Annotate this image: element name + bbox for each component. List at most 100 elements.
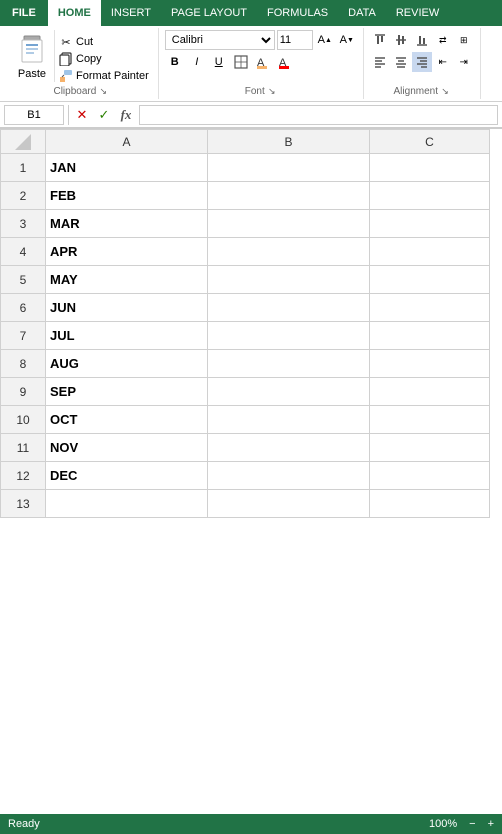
cell-b1[interactable] [208,154,370,182]
row-number[interactable]: 10 [1,406,46,434]
row-number[interactable]: 13 [1,490,46,518]
cell-a10[interactable]: OCT [46,406,208,434]
merge-center-button[interactable]: ⊞ [454,30,474,50]
cell-c12[interactable] [370,462,490,490]
row-number[interactable]: 12 [1,462,46,490]
cell-b7[interactable] [208,322,370,350]
cell-c3[interactable] [370,210,490,238]
cell-reference-input[interactable]: B1 [4,105,64,125]
font-expand-icon[interactable]: ↘ [267,87,277,97]
border-button[interactable] [231,52,251,72]
font-name-select[interactable]: Calibri [165,30,275,50]
confirm-formula-icon[interactable]: ✓ [95,106,113,124]
cell-b9[interactable] [208,378,370,406]
cell-a5[interactable]: MAY [46,266,208,294]
decrease-indent-button[interactable]: ⇤ [433,52,453,72]
cell-a7[interactable]: JUL [46,322,208,350]
cell-c11[interactable] [370,434,490,462]
table-row: 1JAN [1,154,490,182]
zoom-in-button[interactable]: + [488,818,494,830]
cell-c10[interactable] [370,406,490,434]
tab-review[interactable]: REVIEW [386,0,449,26]
font-color-button[interactable]: A [275,52,295,72]
cell-b5[interactable] [208,266,370,294]
align-center-button[interactable] [391,52,411,72]
cell-a8[interactable]: AUG [46,350,208,378]
spreadsheet: A B C 1JAN2FEB3MAR4APR5MAY6JUN7JUL8AUG9S… [0,129,502,833]
row-number[interactable]: 3 [1,210,46,238]
clipboard-expand-icon[interactable]: ↘ [98,87,108,97]
tab-home[interactable]: HOME [48,0,101,26]
cut-button[interactable]: ✂ Cut [55,34,152,50]
row-number[interactable]: 1 [1,154,46,182]
cell-b10[interactable] [208,406,370,434]
cell-a1[interactable]: JAN [46,154,208,182]
cell-a2[interactable]: FEB [46,182,208,210]
cell-c9[interactable] [370,378,490,406]
cell-c2[interactable] [370,182,490,210]
italic-button[interactable]: I [187,52,207,72]
paste-button[interactable]: Paste [10,30,55,82]
wrap-text-button[interactable]: ⇄ [433,30,453,50]
cell-c6[interactable] [370,294,490,322]
col-header-c[interactable]: C [370,130,490,154]
cell-a11[interactable]: NOV [46,434,208,462]
row-number[interactable]: 6 [1,294,46,322]
cell-b4[interactable] [208,238,370,266]
align-left-button[interactable] [370,52,390,72]
cell-c1[interactable] [370,154,490,182]
cell-b12[interactable] [208,462,370,490]
formula-input[interactable] [139,105,498,125]
cell-a13[interactable] [46,490,208,518]
cell-c7[interactable] [370,322,490,350]
cell-b13[interactable] [208,490,370,518]
tab-file[interactable]: FILE [0,0,48,26]
tab-page-layout[interactable]: PAGE LAYOUT [161,0,257,26]
align-row2: ⇤ ⇥ [370,52,474,72]
align-right-button[interactable] [412,52,432,72]
font-size-decrease-button[interactable]: A▼ [337,30,357,50]
row-number[interactable]: 5 [1,266,46,294]
align-middle-button[interactable] [391,30,411,50]
font-size-increase-button[interactable]: A▲ [315,30,335,50]
bold-button[interactable]: B [165,52,185,72]
col-header-b[interactable]: B [208,130,370,154]
increase-indent-button[interactable]: ⇥ [454,52,474,72]
cell-a4[interactable]: APR [46,238,208,266]
align-bottom-button[interactable] [412,30,432,50]
tab-data[interactable]: DATA [338,0,386,26]
cell-a3[interactable]: MAR [46,210,208,238]
row-number[interactable]: 4 [1,238,46,266]
formula-bar: B1 ✕ ✓ fx [0,102,502,128]
col-header-a[interactable]: A [46,130,208,154]
row-number[interactable]: 11 [1,434,46,462]
underline-button[interactable]: U [209,52,229,72]
tab-formulas[interactable]: FORMULAS [257,0,338,26]
copy-button[interactable]: Copy [55,51,152,67]
alignment-expand-icon[interactable]: ↘ [440,87,450,97]
cell-c13[interactable] [370,490,490,518]
row-number[interactable]: 9 [1,378,46,406]
zoom-out-button[interactable]: − [469,818,475,830]
row-number[interactable]: 2 [1,182,46,210]
fill-color-button[interactable]: A [253,52,273,72]
cell-b2[interactable] [208,182,370,210]
row-number[interactable]: 8 [1,350,46,378]
cancel-formula-icon[interactable]: ✕ [73,106,91,124]
cell-b3[interactable] [208,210,370,238]
cell-a6[interactable]: JUN [46,294,208,322]
row-number[interactable]: 7 [1,322,46,350]
cell-b11[interactable] [208,434,370,462]
cell-b8[interactable] [208,350,370,378]
cell-b6[interactable] [208,294,370,322]
tab-insert[interactable]: INSERT [101,0,161,26]
cell-c5[interactable] [370,266,490,294]
cell-a12[interactable]: DEC [46,462,208,490]
format-painter-button[interactable]: Format Painter [55,68,152,84]
cell-c8[interactable] [370,350,490,378]
font-size-input[interactable] [277,30,313,50]
cell-c4[interactable] [370,238,490,266]
cell-a9[interactable]: SEP [46,378,208,406]
insert-function-icon[interactable]: fx [117,106,135,124]
align-top-button[interactable] [370,30,390,50]
